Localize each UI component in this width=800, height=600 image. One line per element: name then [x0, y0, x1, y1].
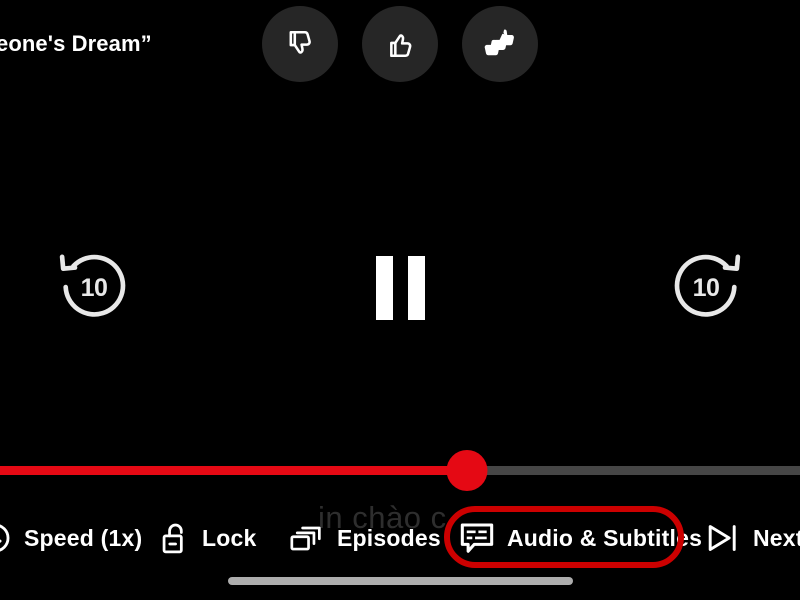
play-pause-button[interactable] [344, 238, 456, 338]
rewind-10-button[interactable]: 10 [38, 232, 150, 344]
seek-bar[interactable] [0, 450, 800, 491]
top-bar: eone's Dream” [0, 0, 800, 90]
thumbs-up-button[interactable] [362, 6, 438, 82]
unlocked-padlock-icon [158, 521, 190, 555]
double-thumbs-up-button[interactable] [462, 6, 538, 82]
seek-thumb-handle[interactable] [446, 450, 488, 491]
bottom-control-bar: Speed (1x) Lock Episodes Audio & Subtitl… [0, 500, 800, 576]
episodes-button[interactable]: Episodes [289, 500, 441, 576]
pause-icon-bar-left [375, 256, 393, 320]
forward-seconds-label: 10 [692, 273, 720, 302]
video-title: eone's Dream” [0, 31, 152, 56]
next-episode-button[interactable]: Next [705, 500, 800, 576]
rewind-seconds-label: 10 [80, 273, 108, 302]
pause-icon-bar-right [407, 256, 425, 320]
episodes-label: Episodes [337, 524, 441, 551]
thumbs-down-icon [284, 28, 316, 60]
double-thumbs-up-icon [482, 27, 518, 61]
next-episode-label: Next [753, 524, 800, 551]
speed-button[interactable]: Speed (1x) [0, 500, 142, 576]
video-player-overlay: in chào c eone's Dream” 10 10 Speed (1x)… [0, 0, 800, 600]
rating-button-group [262, 6, 538, 82]
speed-label: Speed (1x) [24, 524, 143, 551]
thumbs-down-button[interactable] [262, 6, 338, 82]
center-playback-controls: 10 10 [0, 232, 800, 344]
seek-progress-filled [0, 466, 467, 475]
thumbs-up-icon [384, 28, 416, 60]
subtitles-bubble-icon [459, 521, 495, 555]
lock-button[interactable]: Lock [158, 500, 256, 576]
episodes-stack-icon [289, 522, 325, 554]
forward-10-button[interactable]: 10 [650, 232, 762, 344]
speed-icon [0, 521, 12, 555]
lock-label: Lock [202, 524, 257, 551]
audio-subtitles-button[interactable]: Audio & Subtitles [459, 500, 702, 576]
next-episode-icon [705, 522, 741, 554]
audio-subtitles-label: Audio & Subtitles [507, 524, 703, 551]
home-indicator [228, 577, 573, 585]
